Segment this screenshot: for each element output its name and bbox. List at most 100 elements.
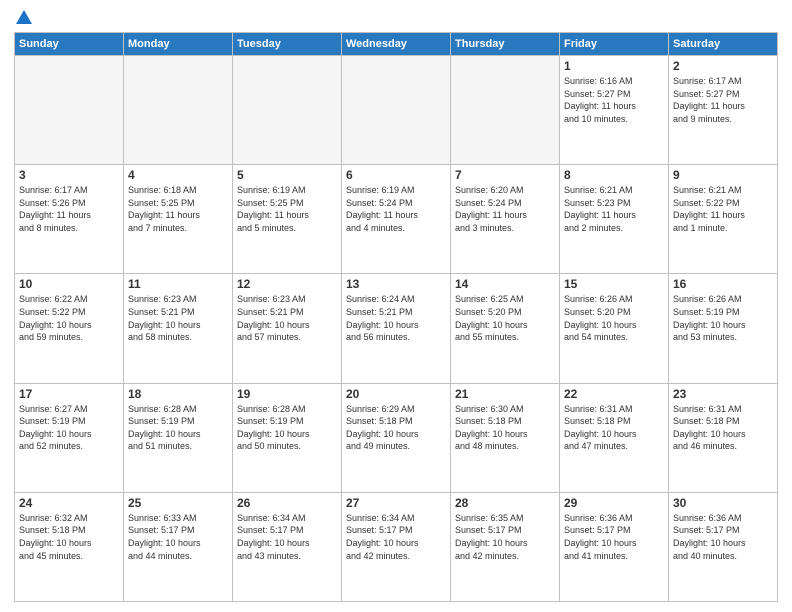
day-number: 22 xyxy=(564,387,664,401)
day-info: Sunrise: 6:21 AM Sunset: 5:23 PM Dayligh… xyxy=(564,184,664,234)
day-number: 1 xyxy=(564,59,664,73)
calendar-cell: 30 Sunrise: 6:36 AM Sunset: 5:17 PM Dayli… xyxy=(669,492,778,601)
calendar-cell: 17 Sunrise: 6:27 AM Sunset: 5:19 PM Dayli… xyxy=(15,383,124,492)
day-number: 16 xyxy=(673,277,773,291)
day-number: 2 xyxy=(673,59,773,73)
day-info: Sunrise: 6:34 AM Sunset: 5:17 PM Dayligh… xyxy=(346,512,446,562)
calendar-cell: 16Sunrise: 6:26 AM Sunset: 5:19 PM Dayli… xyxy=(669,274,778,383)
col-header-sunday: Sunday xyxy=(15,33,124,56)
day-info: Sunrise: 6:32 AM Sunset: 5:18 PM Dayligh… xyxy=(19,512,119,562)
day-info: Sunrise: 6:24 AM Sunset: 5:21 PM Dayligh… xyxy=(346,293,446,343)
calendar-cell: 5 Sunrise: 6:19 AM Sunset: 5:25 PM Daylig… xyxy=(233,165,342,274)
day-number: 26 xyxy=(237,496,337,510)
day-info: Sunrise: 6:29 AM Sunset: 5:18 PM Dayligh… xyxy=(346,403,446,453)
calendar-cell xyxy=(15,56,124,165)
day-number: 27 xyxy=(346,496,446,510)
calendar-cell: 6 Sunrise: 6:19 AM Sunset: 5:24 PM Daylig… xyxy=(342,165,451,274)
day-number: 6 xyxy=(346,168,446,182)
calendar-cell: 24 Sunrise: 6:32 AM Sunset: 5:18 PM Dayli… xyxy=(15,492,124,601)
day-info: Sunrise: 6:23 AM Sunset: 5:21 PM Dayligh… xyxy=(237,293,337,343)
day-info: Sunrise: 6:34 AM Sunset: 5:17 PM Dayligh… xyxy=(237,512,337,562)
day-info: Sunrise: 6:35 AM Sunset: 5:17 PM Dayligh… xyxy=(455,512,555,562)
calendar-cell: 29 Sunrise: 6:36 AM Sunset: 5:17 PM Dayli… xyxy=(560,492,669,601)
day-number: 10 xyxy=(19,277,119,291)
day-number: 28 xyxy=(455,496,555,510)
day-number: 3 xyxy=(19,168,119,182)
calendar-cell: 25 Sunrise: 6:33 AM Sunset: 5:17 PM Dayli… xyxy=(124,492,233,601)
col-header-monday: Monday xyxy=(124,33,233,56)
calendar-week-0: 1Sunrise: 6:16 AM Sunset: 5:27 PM Daylig… xyxy=(15,56,778,165)
calendar-cell xyxy=(342,56,451,165)
page: SundayMondayTuesdayWednesdayThursdayFrid… xyxy=(0,0,792,612)
day-number: 13 xyxy=(346,277,446,291)
calendar-cell: 27 Sunrise: 6:34 AM Sunset: 5:17 PM Dayli… xyxy=(342,492,451,601)
calendar-cell: 11Sunrise: 6:23 AM Sunset: 5:21 PM Dayli… xyxy=(124,274,233,383)
day-info: Sunrise: 6:31 AM Sunset: 5:18 PM Dayligh… xyxy=(673,403,773,453)
day-info: Sunrise: 6:19 AM Sunset: 5:24 PM Dayligh… xyxy=(346,184,446,234)
calendar-cell: 12 Sunrise: 6:23 AM Sunset: 5:21 PM Dayli… xyxy=(233,274,342,383)
calendar-cell: 1Sunrise: 6:16 AM Sunset: 5:27 PM Daylig… xyxy=(560,56,669,165)
day-number: 21 xyxy=(455,387,555,401)
calendar-cell: 22 Sunrise: 6:31 AM Sunset: 5:18 PM Dayli… xyxy=(560,383,669,492)
day-info: Sunrise: 6:36 AM Sunset: 5:17 PM Dayligh… xyxy=(673,512,773,562)
calendar-week-3: 17 Sunrise: 6:27 AM Sunset: 5:19 PM Dayli… xyxy=(15,383,778,492)
day-info: Sunrise: 6:28 AM Sunset: 5:19 PM Dayligh… xyxy=(237,403,337,453)
calendar-table: SundayMondayTuesdayWednesdayThursdayFrid… xyxy=(14,32,778,602)
calendar-cell: 14 Sunrise: 6:25 AM Sunset: 5:20 PM Dayli… xyxy=(451,274,560,383)
day-number: 8 xyxy=(564,168,664,182)
day-number: 17 xyxy=(19,387,119,401)
day-number: 24 xyxy=(19,496,119,510)
calendar-cell xyxy=(233,56,342,165)
day-number: 30 xyxy=(673,496,773,510)
day-info: Sunrise: 6:19 AM Sunset: 5:25 PM Dayligh… xyxy=(237,184,337,234)
calendar-cell: 15Sunrise: 6:26 AM Sunset: 5:20 PM Dayli… xyxy=(560,274,669,383)
calendar-cell: 18 Sunrise: 6:28 AM Sunset: 5:19 PM Dayli… xyxy=(124,383,233,492)
day-info: Sunrise: 6:21 AM Sunset: 5:22 PM Dayligh… xyxy=(673,184,773,234)
calendar-cell: 26 Sunrise: 6:34 AM Sunset: 5:17 PM Dayli… xyxy=(233,492,342,601)
day-number: 20 xyxy=(346,387,446,401)
day-info: Sunrise: 6:28 AM Sunset: 5:19 PM Dayligh… xyxy=(128,403,228,453)
day-info: Sunrise: 6:23 AM Sunset: 5:21 PM Dayligh… xyxy=(128,293,228,343)
day-info: Sunrise: 6:33 AM Sunset: 5:17 PM Dayligh… xyxy=(128,512,228,562)
day-info: Sunrise: 6:25 AM Sunset: 5:20 PM Dayligh… xyxy=(455,293,555,343)
calendar-cell xyxy=(124,56,233,165)
calendar-cell: 7Sunrise: 6:20 AM Sunset: 5:24 PM Daylig… xyxy=(451,165,560,274)
day-number: 9 xyxy=(673,168,773,182)
day-info: Sunrise: 6:18 AM Sunset: 5:25 PM Dayligh… xyxy=(128,184,228,234)
calendar-cell: 13 Sunrise: 6:24 AM Sunset: 5:21 PM Dayli… xyxy=(342,274,451,383)
logo-triangle-icon xyxy=(16,10,32,24)
day-number: 29 xyxy=(564,496,664,510)
day-number: 18 xyxy=(128,387,228,401)
day-number: 14 xyxy=(455,277,555,291)
day-info: Sunrise: 6:36 AM Sunset: 5:17 PM Dayligh… xyxy=(564,512,664,562)
day-number: 25 xyxy=(128,496,228,510)
calendar-cell: 8 Sunrise: 6:21 AM Sunset: 5:23 PM Daylig… xyxy=(560,165,669,274)
calendar-cell: 21Sunrise: 6:30 AM Sunset: 5:18 PM Dayli… xyxy=(451,383,560,492)
col-header-tuesday: Tuesday xyxy=(233,33,342,56)
day-info: Sunrise: 6:17 AM Sunset: 5:26 PM Dayligh… xyxy=(19,184,119,234)
col-header-wednesday: Wednesday xyxy=(342,33,451,56)
calendar-cell: 28 Sunrise: 6:35 AM Sunset: 5:17 PM Dayli… xyxy=(451,492,560,601)
day-info: Sunrise: 6:17 AM Sunset: 5:27 PM Dayligh… xyxy=(673,75,773,125)
day-info: Sunrise: 6:26 AM Sunset: 5:20 PM Dayligh… xyxy=(564,293,664,343)
calendar-cell: 10 Sunrise: 6:22 AM Sunset: 5:22 PM Dayli… xyxy=(15,274,124,383)
day-info: Sunrise: 6:22 AM Sunset: 5:22 PM Dayligh… xyxy=(19,293,119,343)
day-info: Sunrise: 6:27 AM Sunset: 5:19 PM Dayligh… xyxy=(19,403,119,453)
day-number: 4 xyxy=(128,168,228,182)
calendar-cell: 3 Sunrise: 6:17 AM Sunset: 5:26 PM Daylig… xyxy=(15,165,124,274)
calendar-week-1: 3 Sunrise: 6:17 AM Sunset: 5:26 PM Daylig… xyxy=(15,165,778,274)
calendar-cell: 23 Sunrise: 6:31 AM Sunset: 5:18 PM Dayli… xyxy=(669,383,778,492)
header xyxy=(14,10,778,24)
calendar-header-row: SundayMondayTuesdayWednesdayThursdayFrid… xyxy=(15,33,778,56)
calendar-cell: 2 Sunrise: 6:17 AM Sunset: 5:27 PM Daylig… xyxy=(669,56,778,165)
day-info: Sunrise: 6:31 AM Sunset: 5:18 PM Dayligh… xyxy=(564,403,664,453)
col-header-saturday: Saturday xyxy=(669,33,778,56)
logo xyxy=(14,10,32,24)
calendar-cell: 9 Sunrise: 6:21 AM Sunset: 5:22 PM Daylig… xyxy=(669,165,778,274)
calendar-cell: 4 Sunrise: 6:18 AM Sunset: 5:25 PM Daylig… xyxy=(124,165,233,274)
calendar-cell: 19Sunrise: 6:28 AM Sunset: 5:19 PM Dayli… xyxy=(233,383,342,492)
calendar-cell xyxy=(451,56,560,165)
day-number: 12 xyxy=(237,277,337,291)
day-number: 23 xyxy=(673,387,773,401)
day-number: 5 xyxy=(237,168,337,182)
